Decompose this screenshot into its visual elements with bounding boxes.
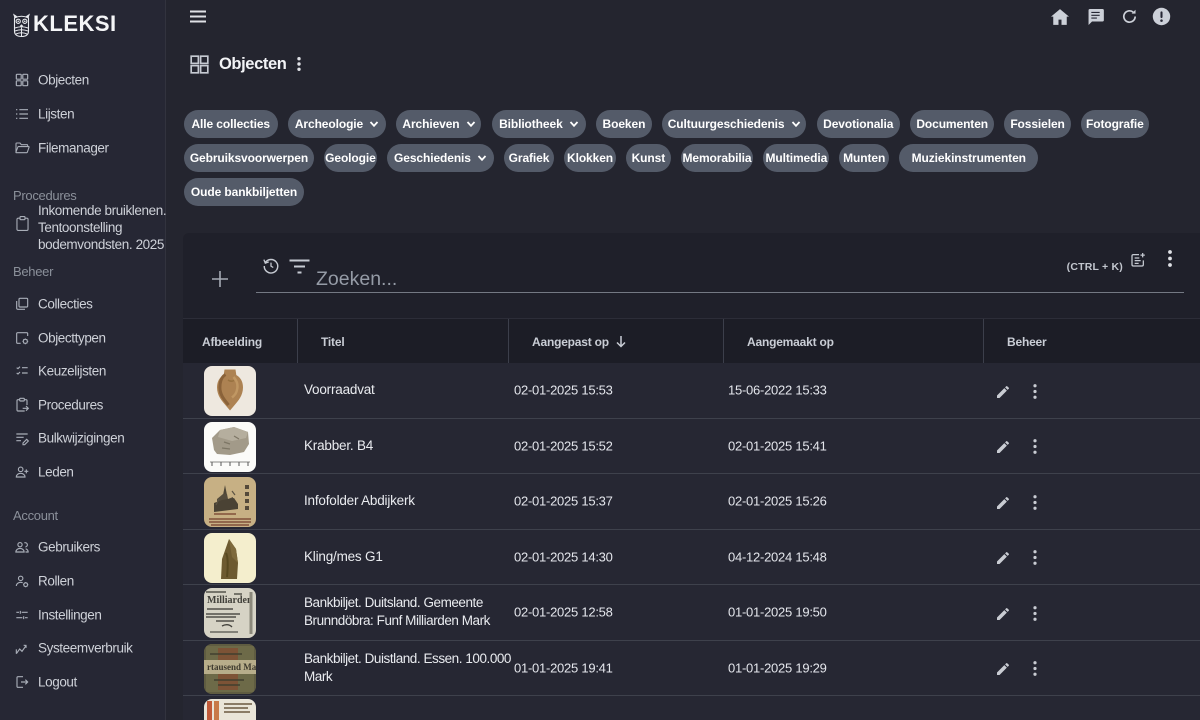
svg-text:Milliarden: Milliarden xyxy=(207,595,253,606)
svg-text:rtausend Mark: rtausend Mark xyxy=(207,662,256,672)
